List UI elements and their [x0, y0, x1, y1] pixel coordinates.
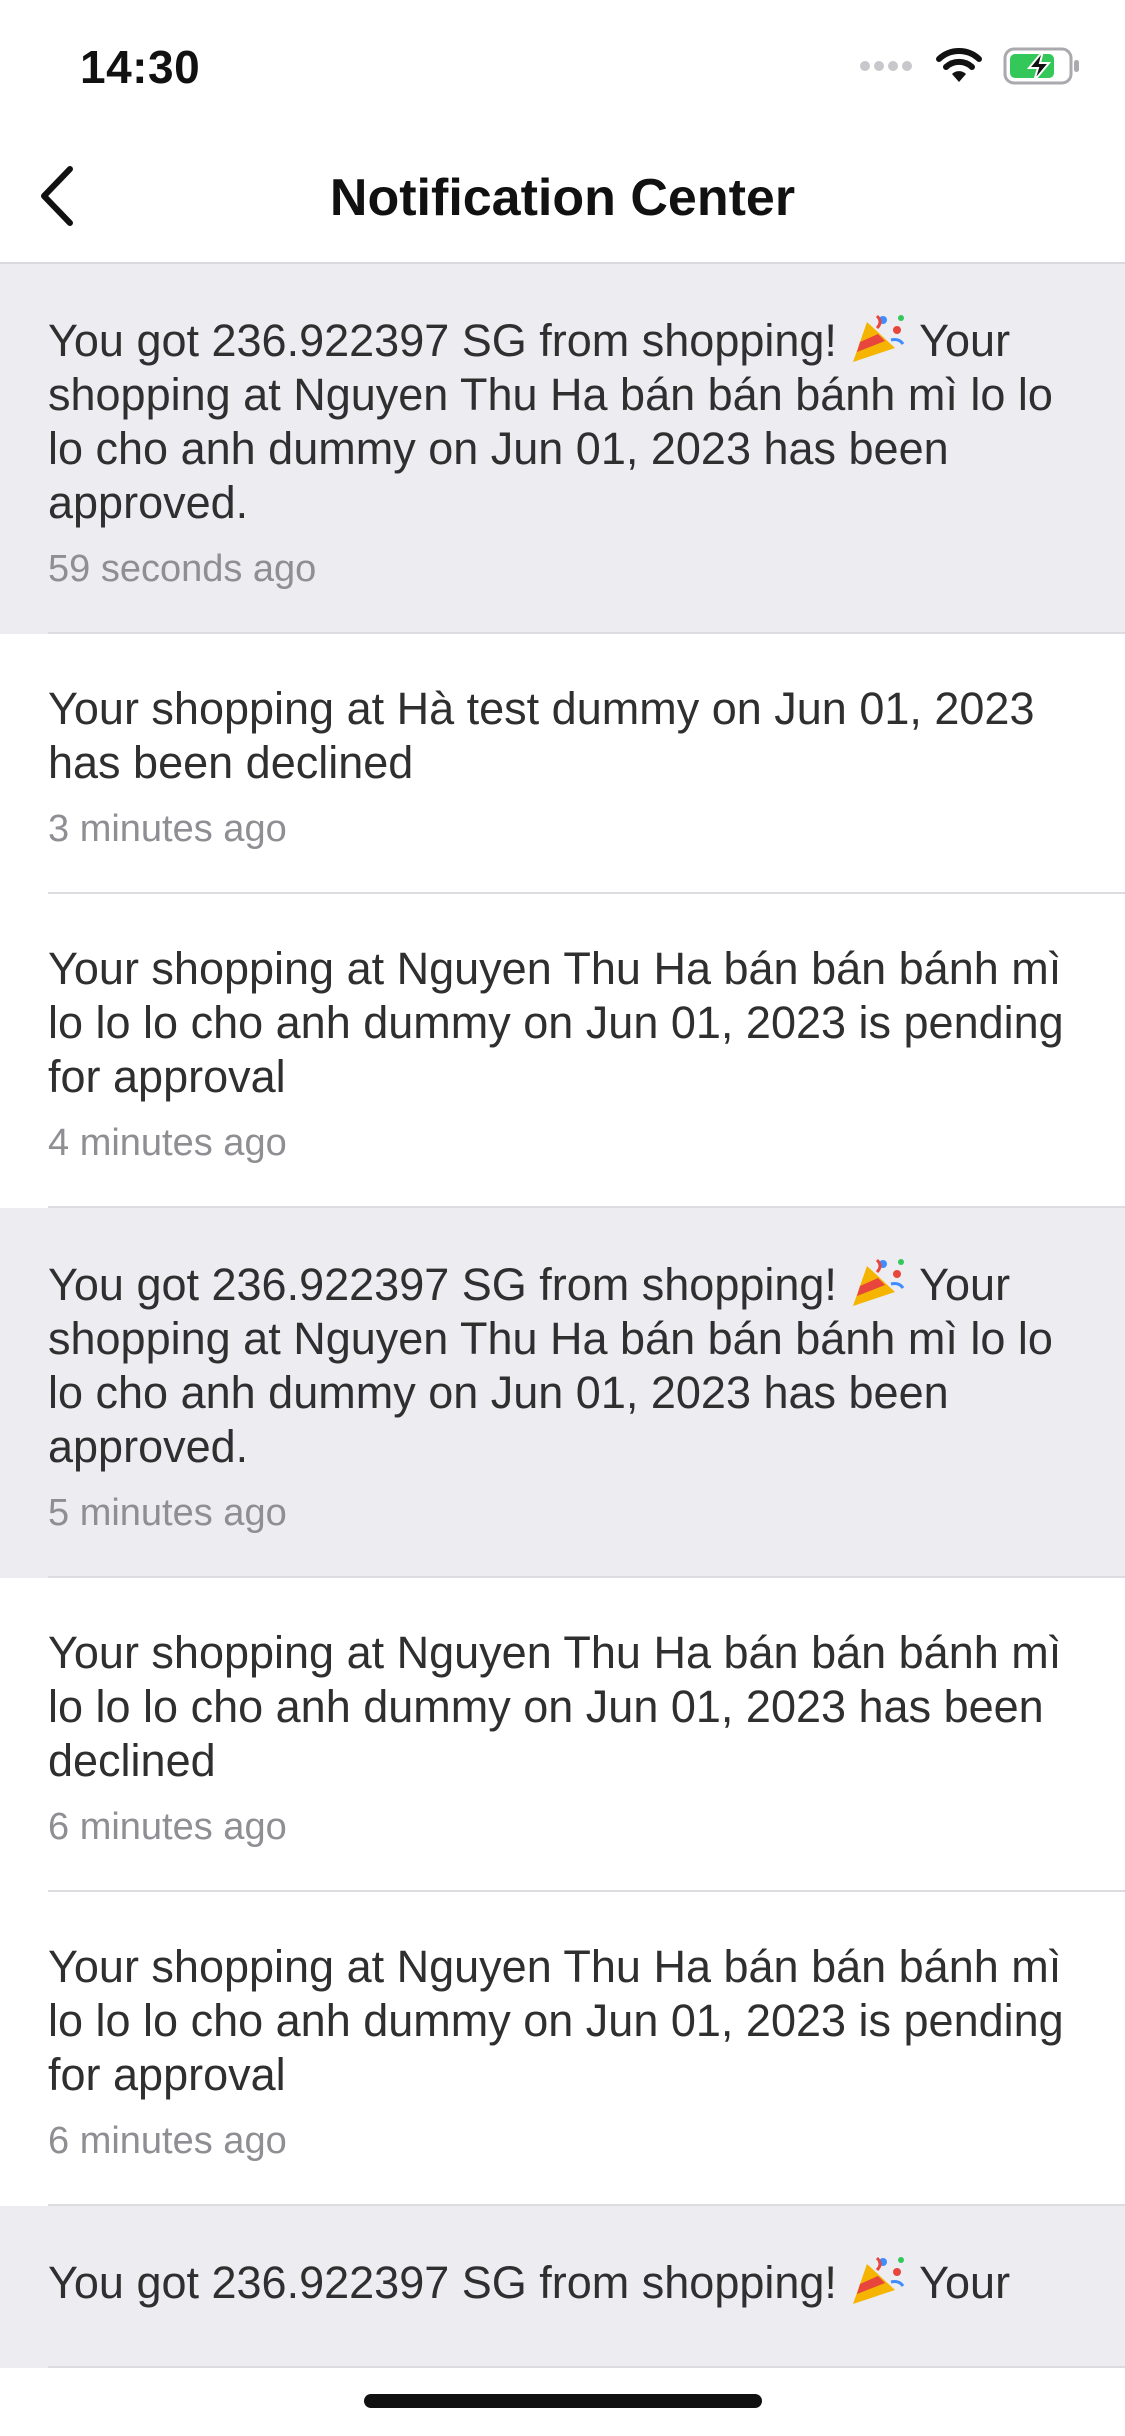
notification-timestamp: 4 minutes ago: [48, 1122, 287, 1164]
notification-timestamp: 6 minutes ago: [48, 1806, 287, 1848]
cellular-signal-icon: [859, 58, 915, 79]
notification-reward-text: You got 236.922397 SG from shopping!: [48, 1259, 850, 1310]
notification-item[interactable]: Your shopping at Hà test dummy on Jun 01…: [0, 634, 1125, 894]
notification-item[interactable]: Your shopping at Nguyen Thu Ha bán bán b…: [0, 1892, 1125, 2206]
notification-reward-text: You got 236.922397 SG from shopping!: [48, 315, 850, 366]
notification-timestamp: [48, 2326, 1077, 2368]
notification-message: You got 236.922397 SG from shopping! You…: [48, 2254, 1077, 2310]
party-popper-icon: [849, 1256, 907, 1308]
notification-message: Your shopping at Hà test dummy on Jun 01…: [48, 683, 1035, 788]
notification-message: Your shopping at Nguyen Thu Ha bán bán b…: [48, 1627, 1062, 1786]
battery-icon: [1003, 47, 1081, 90]
notification-list[interactable]: You got 236.922397 SG from shopping! You…: [0, 264, 1125, 2436]
notification-timestamp: 3 minutes ago: [48, 808, 287, 850]
notification-item[interactable]: You got 236.922397 SG from shopping! You…: [0, 1208, 1125, 1578]
status-icons: [859, 46, 1081, 90]
status-time: 14:30: [80, 41, 201, 93]
notification-detail-text: Your: [907, 2257, 1011, 2308]
notification-reward-text: You got 236.922397 SG from shopping!: [48, 2257, 850, 2308]
wifi-icon: [935, 47, 983, 89]
notification-item[interactable]: Your shopping at Nguyen Thu Ha bán bán b…: [0, 894, 1125, 1208]
notification-item[interactable]: You got 236.922397 SG from shopping! You…: [0, 2206, 1125, 2368]
notification-item[interactable]: Your shopping at Nguyen Thu Ha bán bán b…: [0, 1578, 1125, 1892]
notification-timestamp: 5 minutes ago: [48, 1492, 287, 1534]
notification-message: Your shopping at Nguyen Thu Ha bán bán b…: [48, 1941, 1064, 2100]
notification-timestamp: 59 seconds ago: [48, 548, 317, 590]
notification-timestamp: 6 minutes ago: [48, 2120, 287, 2162]
status-bar: 14:30: [0, 0, 1125, 132]
party-popper-icon: [849, 2254, 907, 2306]
notification-item[interactable]: You got 236.922397 SG from shopping! You…: [0, 264, 1125, 634]
notification-message: Your shopping at Nguyen Thu Ha bán bán b…: [48, 943, 1064, 1102]
nav-bar: Notification Center: [0, 132, 1125, 264]
notification-message: You got 236.922397 SG from shopping! You…: [48, 1256, 1077, 1474]
page-title: Notification Center: [329, 169, 796, 227]
home-indicator[interactable]: [364, 2394, 762, 2408]
notification-message: You got 236.922397 SG from shopping! You…: [48, 312, 1077, 530]
party-popper-icon: [849, 312, 907, 364]
